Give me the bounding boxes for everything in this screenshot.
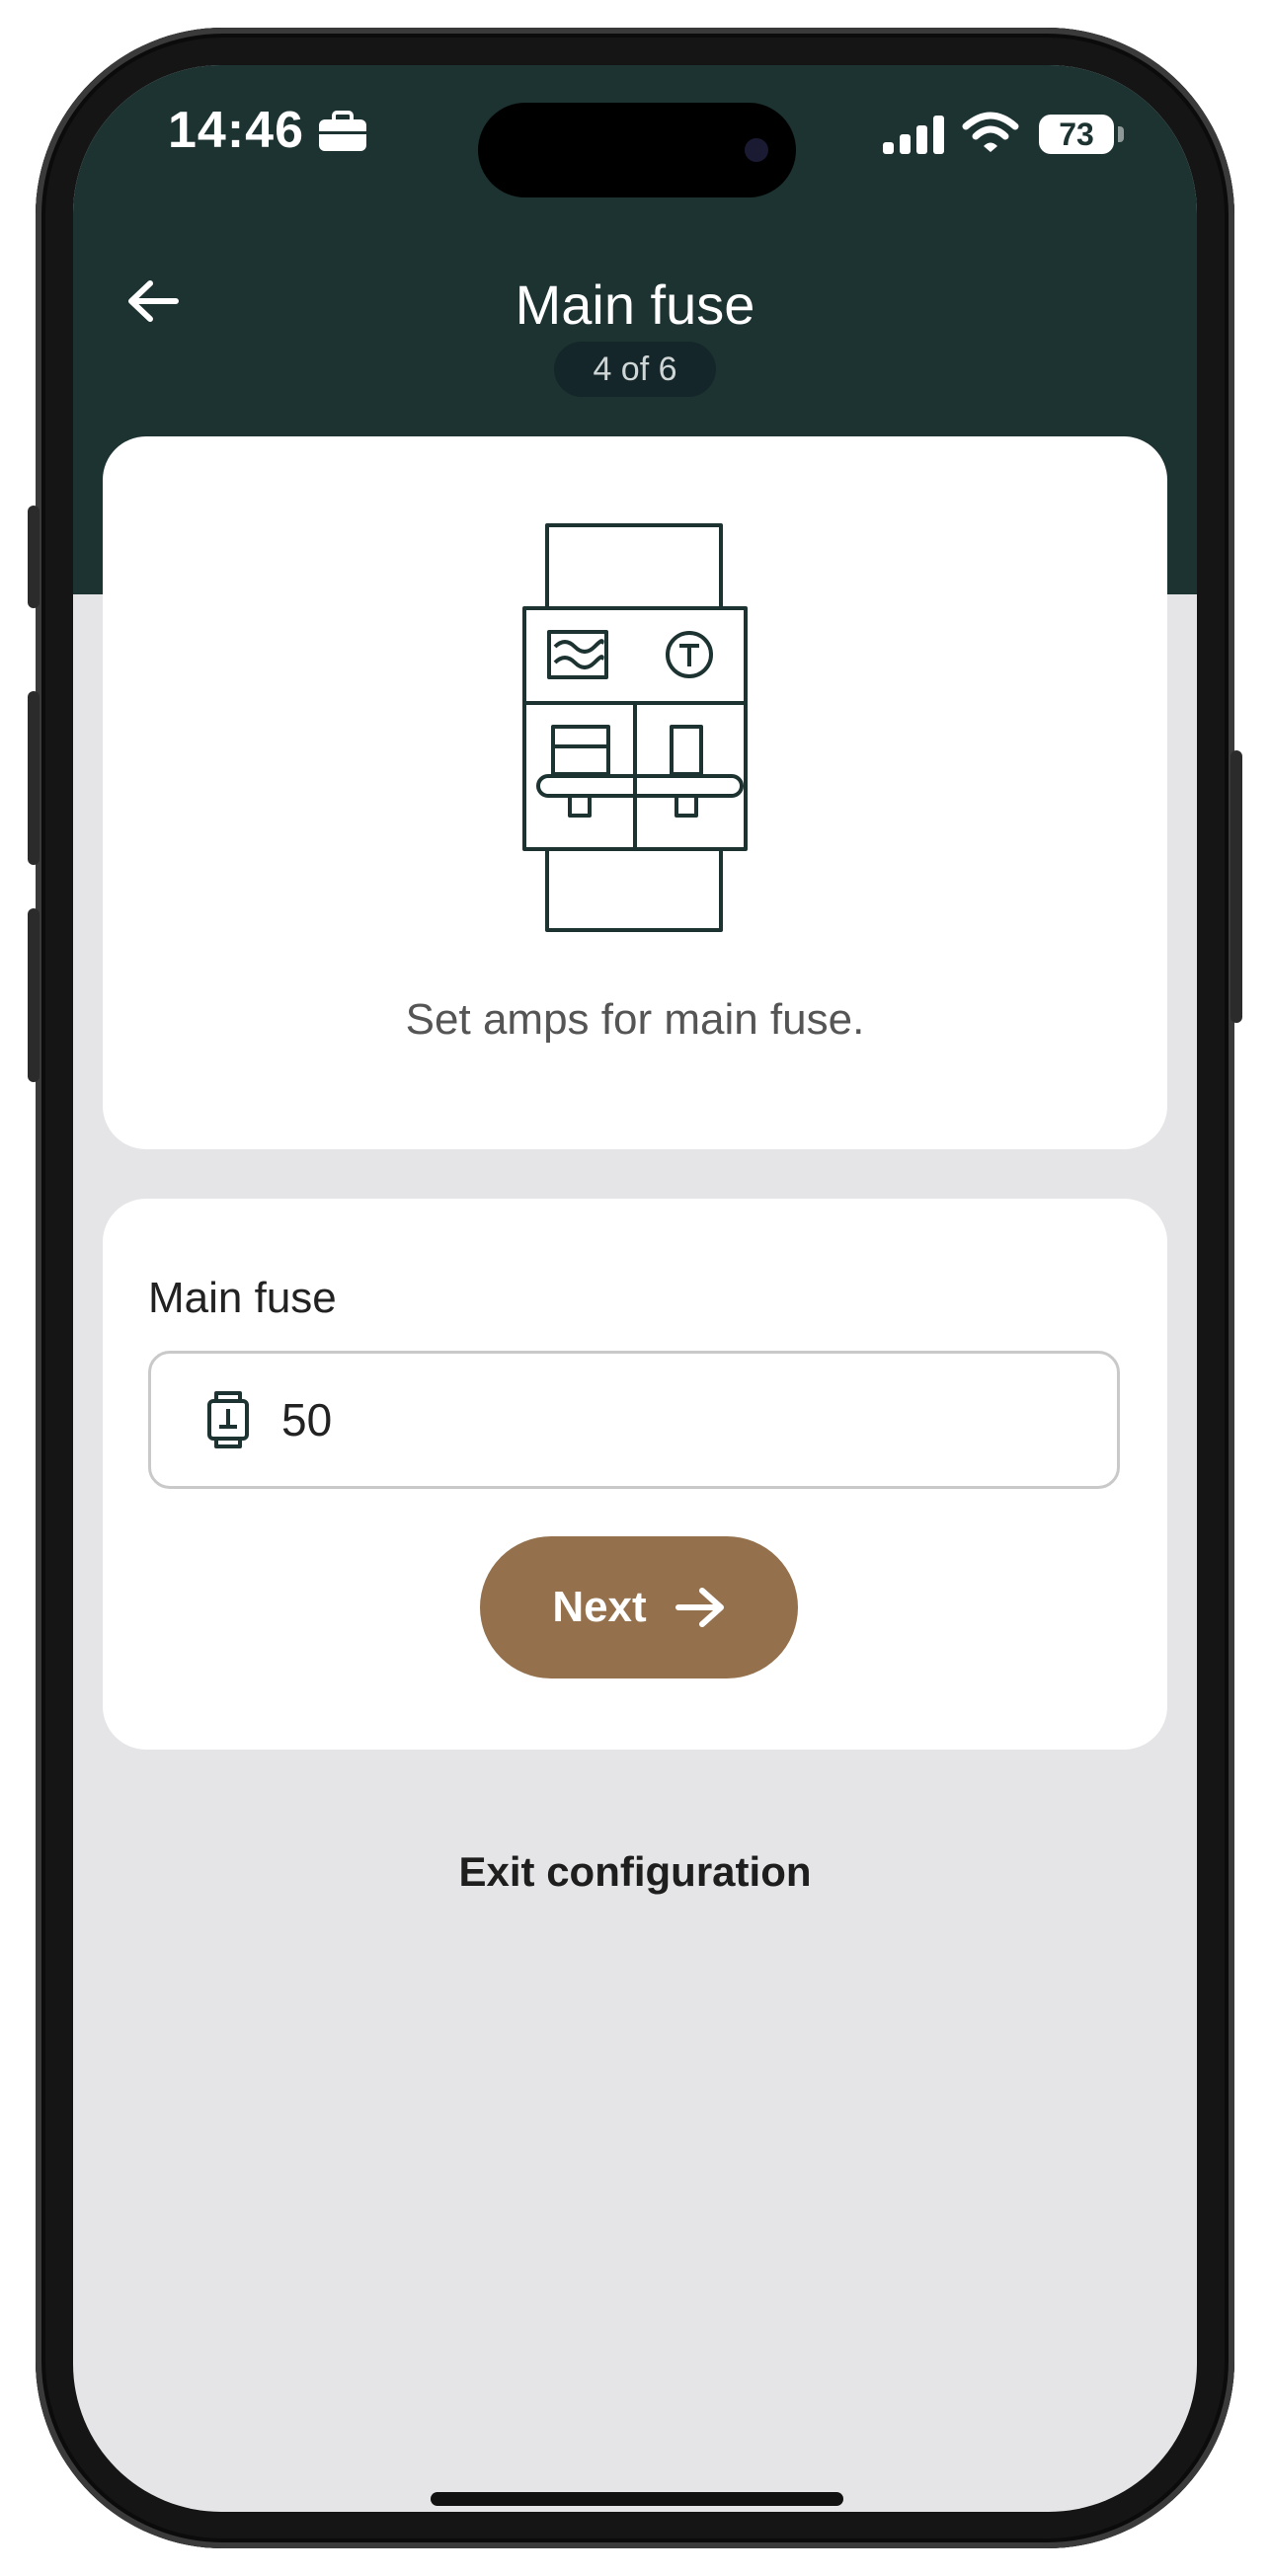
app-screen: 14:46 73 Main fuse 4 of 6 Set amps for m… (73, 65, 1197, 2512)
arrow-right-icon (675, 1587, 726, 1628)
illustration-card: Set amps for main fuse. (103, 436, 1167, 1149)
field-label: Main fuse (148, 1274, 337, 1322)
next-button-label: Next (552, 1583, 647, 1631)
circuit-breaker-illustration (522, 523, 748, 939)
main-fuse-input-box[interactable] (148, 1351, 1120, 1489)
side-button-mute (28, 506, 40, 608)
exit-configuration-button[interactable]: Exit configuration (73, 1848, 1197, 1896)
battery-tip (1118, 126, 1124, 142)
next-button[interactable]: Next (480, 1536, 798, 1678)
form-card: Main fuse Next (103, 1199, 1167, 1750)
side-button-volume-down (28, 908, 40, 1082)
home-indicator[interactable] (431, 2492, 843, 2506)
status-bar: 14:46 73 (73, 65, 1197, 197)
side-button-volume-up (28, 691, 40, 865)
card-description: Set amps for main fuse. (405, 995, 865, 1044)
step-indicator: 4 of 6 (554, 342, 716, 397)
battery-icon: 73 (1039, 115, 1114, 154)
dynamic-island (478, 103, 796, 197)
main-fuse-input[interactable] (279, 1392, 975, 1447)
cellular-signal-icon (883, 115, 946, 159)
briefcase-icon (318, 111, 367, 157)
side-button-power (1230, 750, 1242, 1023)
page-title: Main fuse (515, 273, 755, 336)
wifi-icon (962, 111, 1019, 159)
status-time: 14:46 (168, 102, 304, 159)
fuse-icon (206, 1391, 250, 1448)
camera-icon (745, 138, 768, 162)
